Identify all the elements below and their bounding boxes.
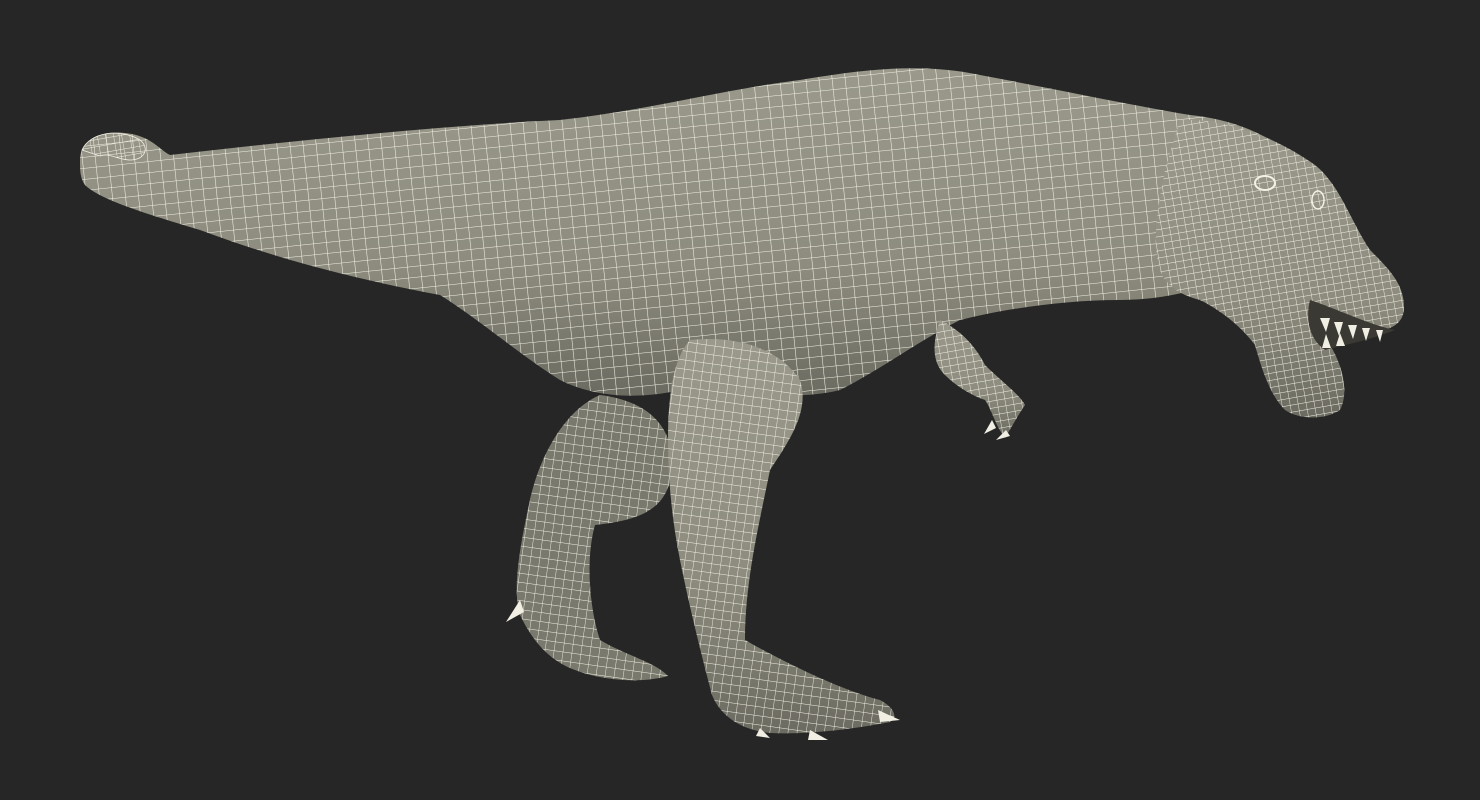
- near-leg: [668, 339, 900, 740]
- render-viewport: [0, 0, 1480, 800]
- dinosaur-wireframe-render: [80, 68, 1405, 740]
- far-leg: [506, 395, 673, 681]
- head: [1155, 119, 1405, 418]
- arm: [934, 320, 1025, 440]
